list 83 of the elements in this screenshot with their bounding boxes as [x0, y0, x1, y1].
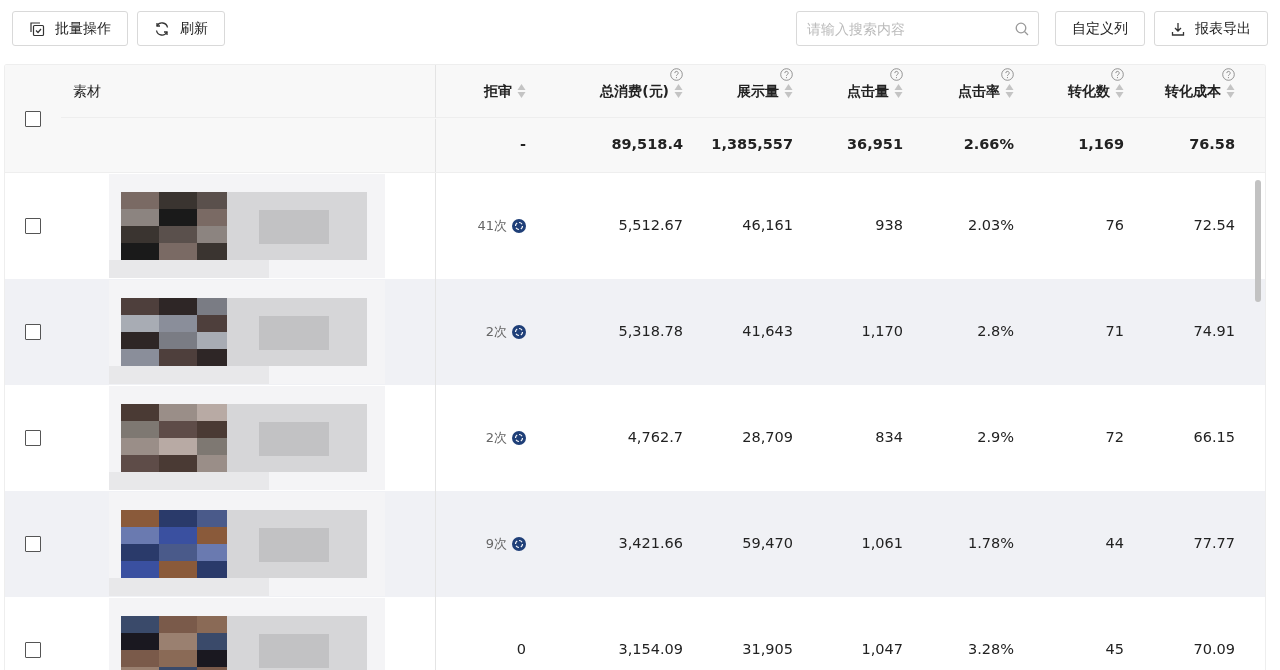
table-cell-text: 72	[1105, 428, 1124, 448]
column-header: 点击率	[958, 81, 1000, 101]
table-cell-text: 3,421.66	[618, 534, 683, 554]
sort-icon[interactable]	[674, 83, 683, 99]
total-cell-text: -	[519, 135, 526, 155]
column-header: 素材	[73, 81, 101, 101]
column-header: 拒审	[484, 81, 512, 101]
status-icon[interactable]	[512, 537, 526, 551]
rejection-count: 2次	[485, 323, 507, 342]
table-cell-text: 41,643	[742, 322, 793, 342]
sort-icon[interactable]	[894, 83, 903, 99]
scrollbar[interactable]	[1255, 180, 1261, 302]
total-cell-text: 1,169	[1078, 135, 1124, 155]
total-cell-text: 2.66%	[963, 135, 1014, 155]
rejection-count: 41次	[477, 217, 507, 236]
sort-icon[interactable]	[517, 83, 526, 99]
sort-icon[interactable]	[1115, 83, 1124, 99]
help-icon[interactable]	[1001, 68, 1014, 81]
table-cell-text: 72.54	[1193, 216, 1235, 236]
table-cell-text: 2.9%	[977, 428, 1014, 448]
table-cell-text: 66.15	[1193, 428, 1235, 448]
table-cell-text: 2.03%	[967, 216, 1014, 236]
help-icon[interactable]	[1222, 68, 1235, 81]
column-header: 总消费(元)	[600, 81, 669, 101]
checkbox[interactable]	[25, 324, 41, 340]
table-cell-text: 1.78%	[967, 534, 1014, 554]
table-cell-text: 1,061	[861, 534, 903, 554]
table-cell-text: 5,318.78	[618, 322, 683, 342]
table-cell-text: 31,905	[742, 640, 793, 660]
checkbox[interactable]	[25, 110, 41, 127]
table-cell-text: 3.28%	[967, 640, 1014, 660]
table-cell-text: 1,170	[861, 322, 903, 342]
table-cell-text: 938	[875, 216, 903, 236]
table-cell-text: 70.09	[1193, 640, 1235, 660]
total-cell-text: 89,518.4	[611, 135, 683, 155]
total-cell-text: 36,951	[847, 135, 903, 155]
status-icon[interactable]	[512, 325, 526, 339]
sort-icon[interactable]	[1226, 83, 1235, 99]
column-header: 转化数	[1068, 81, 1110, 101]
export-report-button[interactable]: 报表导出	[1154, 11, 1268, 46]
table-cell-text: 45	[1105, 640, 1124, 660]
checkbox[interactable]	[25, 430, 41, 446]
help-icon[interactable]	[1111, 68, 1124, 81]
column-header: 展示量	[737, 81, 779, 101]
column-header: 点击量	[847, 81, 889, 101]
checkbox[interactable]	[25, 642, 41, 658]
search-icon[interactable]	[1015, 22, 1029, 36]
rejection-count: 0	[516, 640, 526, 660]
help-icon[interactable]	[780, 68, 793, 81]
table-cell-text: 46,161	[742, 216, 793, 236]
table-cell-text: 2.8%	[977, 322, 1014, 342]
table-cell-text: 77.77	[1193, 534, 1235, 554]
refresh-button[interactable]: 刷新	[137, 11, 225, 46]
table-cell-text: 28,709	[742, 428, 793, 448]
table-cell-text: 834	[875, 428, 903, 448]
status-icon[interactable]	[512, 219, 526, 233]
download-icon	[1171, 21, 1185, 36]
table-cell-text: 5,512.67	[618, 216, 683, 236]
table-cell-text: 3,154.09	[618, 640, 683, 660]
batch-operation-button[interactable]: 批量操作	[12, 11, 128, 46]
table-cell-text: 74.91	[1193, 322, 1235, 342]
sort-icon[interactable]	[1005, 83, 1014, 99]
rejection-count: 9次	[485, 535, 507, 554]
refresh-icon	[154, 20, 170, 37]
total-cell-text: 76.58	[1189, 135, 1235, 155]
search-field[interactable]: 请输入搜索内容	[796, 11, 1039, 46]
table-cell-text: 76	[1105, 216, 1124, 236]
custom-columns-button[interactable]: 自定义列	[1055, 11, 1145, 46]
table-cell-text: 44	[1105, 534, 1124, 554]
status-icon[interactable]	[512, 431, 526, 445]
rejection-count: 2次	[485, 429, 507, 448]
help-icon[interactable]	[890, 68, 903, 81]
total-cell-text: 1,385,557	[711, 135, 793, 155]
table-cell-text: 4,762.7	[627, 428, 683, 448]
table-cell-text: 1,047	[861, 640, 903, 660]
sort-icon[interactable]	[784, 83, 793, 99]
help-icon[interactable]	[670, 68, 683, 81]
checkbox[interactable]	[25, 536, 41, 552]
column-header: 转化成本	[1165, 81, 1221, 101]
table-cell-text: 59,470	[742, 534, 793, 554]
batch-icon	[29, 20, 45, 37]
checkbox[interactable]	[25, 218, 41, 234]
table-cell-text: 71	[1105, 322, 1124, 342]
